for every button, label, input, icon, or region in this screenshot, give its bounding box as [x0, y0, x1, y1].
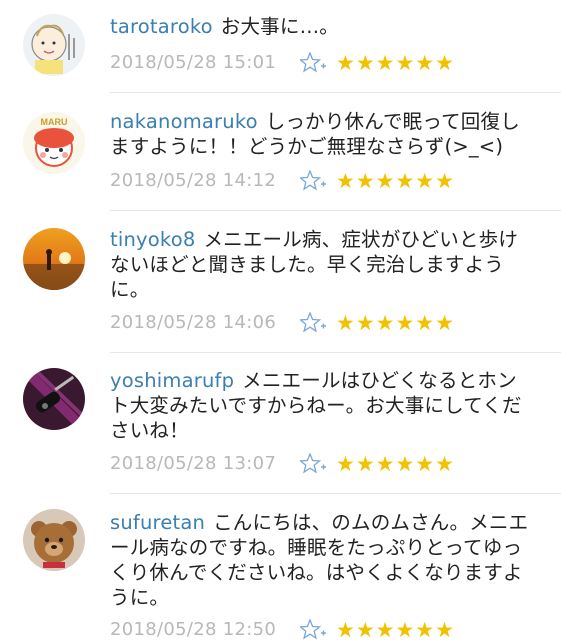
comment-timestamp: 2018/05/28 14:06	[110, 312, 277, 333]
comment-body: tinyoko8 メニエール病、症状がひどいと歩けないほどと聞きました。早く完治し…	[110, 227, 530, 302]
comment-body: yoshimarufp メニエールはひどくなるとホント大変みたいですからねー。お大…	[110, 368, 530, 443]
divider	[110, 493, 561, 494]
divider	[110, 210, 561, 211]
comment-meta: 2018/05/28 14:12 ★★★★★★	[110, 168, 550, 194]
comment-meta: 2018/05/28 15:01 ★★★★★★	[110, 50, 550, 76]
comment-meta: 2018/05/28 12:50 ★★★★★★	[110, 617, 550, 643]
guitar-avatar[interactable]	[23, 368, 85, 430]
star-rating[interactable]: ★★★★★★	[336, 50, 455, 76]
star-rating[interactable]: ★★★★★★	[336, 451, 455, 477]
comment-meta: 2018/05/28 13:07 ★★★★★★	[110, 451, 550, 477]
comment-timestamp: 2018/05/28 14:12	[110, 170, 277, 191]
baby-drawing-avatar[interactable]	[23, 14, 85, 76]
divider	[110, 92, 561, 93]
comment-body: sufuretan こんにちは、のムのムさん。メニエール病なのですね。睡眠をたっぷ…	[110, 510, 530, 610]
comment-timestamp: 2018/05/28 12:50	[110, 619, 277, 640]
comment-timestamp: 2018/05/28 15:01	[110, 52, 277, 73]
comment-text: お大事に…。	[220, 15, 339, 38]
add-star-icon[interactable]	[300, 170, 326, 192]
teddy-bear-avatar[interactable]	[23, 509, 85, 571]
comment-username[interactable]: tinyoko8	[110, 228, 195, 251]
star-rating[interactable]: ★★★★★★	[336, 310, 455, 336]
add-star-icon[interactable]	[300, 312, 326, 334]
maru-character-avatar[interactable]: MARU	[23, 112, 85, 174]
comment-username[interactable]: nakanomaruko	[110, 110, 258, 133]
star-rating[interactable]: ★★★★★★	[336, 168, 455, 194]
add-star-icon[interactable]	[300, 453, 326, 475]
add-star-icon[interactable]	[300, 619, 326, 641]
comment-meta: 2018/05/28 14:06 ★★★★★★	[110, 310, 550, 336]
comment-timestamp: 2018/05/28 13:07	[110, 453, 277, 474]
divider	[110, 352, 561, 353]
comment-username[interactable]: sufuretan	[110, 511, 205, 534]
avatar-text: MARU	[41, 117, 68, 127]
comment-username[interactable]: yoshimarufp	[110, 369, 234, 392]
sunset-beach-avatar[interactable]	[23, 228, 85, 290]
comment-body: nakanomaruko しっかり休んで眠って回復しますように！！どうかご無理なさ…	[110, 109, 530, 159]
comment-username[interactable]: tarotaroko	[110, 15, 213, 38]
star-rating[interactable]: ★★★★★★	[336, 617, 455, 643]
add-star-icon[interactable]	[300, 52, 326, 74]
comment-body: tarotaroko お大事に…。	[110, 14, 530, 39]
